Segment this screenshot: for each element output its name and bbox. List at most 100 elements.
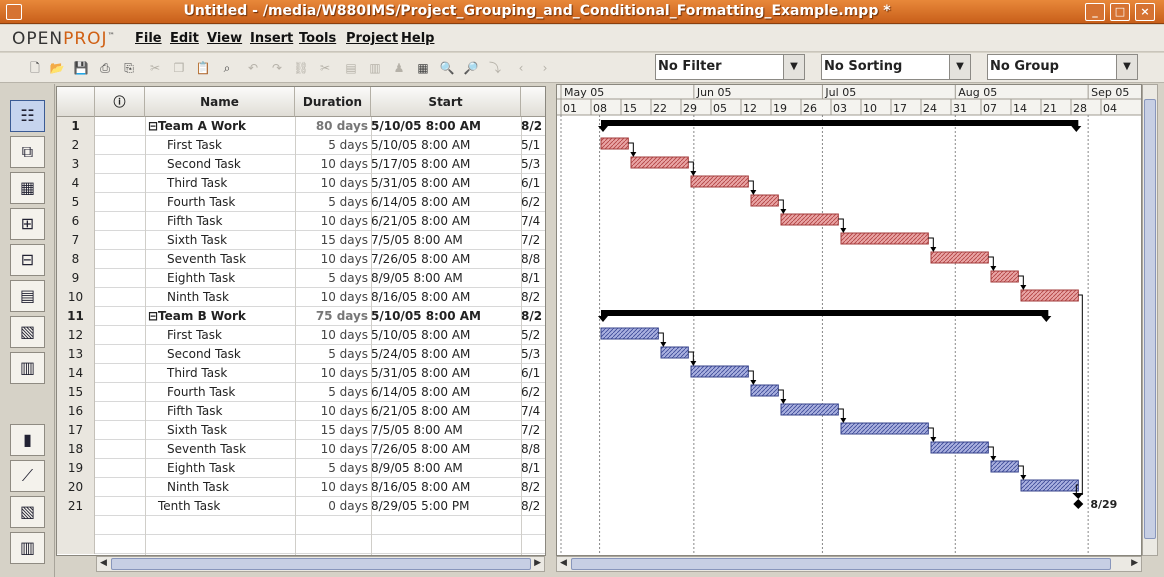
duration-cell[interactable]: 5 days	[293, 138, 368, 152]
task-name-cell[interactable]: Sixth Task	[148, 423, 293, 437]
start-cell[interactable]: 5/10/05 8:00 AM	[371, 309, 519, 323]
row-number[interactable]: 19	[57, 459, 95, 478]
team-b-task-bar[interactable]	[750, 384, 779, 397]
row-number[interactable]: 14	[57, 364, 95, 383]
network-view-icon[interactable]: ⧉	[10, 136, 45, 168]
finish-cell[interactable]: 7/4	[521, 214, 545, 228]
paste-icon[interactable]: 📋	[194, 59, 212, 77]
task-name-cell[interactable]: Fifth Task	[148, 404, 293, 418]
summary-task-row[interactable]: 11 ⊟Team B Work 75 days 5/10/05 8:00 AM 8/2	[57, 307, 545, 326]
start-cell[interactable]: 6/21/05 8:00 AM	[371, 404, 519, 418]
table-row[interactable]: 2 First Task 5 days 5/10/05 8:00 AM 5/1	[57, 136, 545, 155]
finish-cell[interactable]: 8/2	[521, 290, 545, 304]
table-row[interactable]: 7 Sixth Task 15 days 7/5/05 8:00 AM 7/2	[57, 231, 545, 250]
scroll-right-icon[interactable]: ▶	[534, 558, 541, 568]
splitter[interactable]	[547, 86, 555, 556]
scroll-left-icon[interactable]: ◀	[100, 558, 107, 568]
histogram-view-icon[interactable]: ▮	[10, 424, 45, 456]
summary-bar[interactable]	[601, 120, 1079, 126]
row-number[interactable]: 13	[57, 345, 95, 364]
start-cell[interactable]: 8/29/05 5:00 PM	[371, 499, 519, 513]
wbs-view-icon[interactable]: ⊞	[10, 208, 45, 240]
team-a-task-bar[interactable]	[840, 232, 929, 245]
table-row[interactable]: 9 Eighth Task 5 days 8/9/05 8:00 AM 8/1	[57, 269, 545, 288]
team-a-task-bar[interactable]	[630, 156, 689, 169]
menu-project[interactable]: Project	[346, 31, 398, 46]
group-select[interactable]: No Group ▼	[987, 54, 1138, 80]
row-number[interactable]: 21	[57, 497, 95, 516]
duration-cell[interactable]: 5 days	[293, 195, 368, 209]
row-number[interactable]: 11	[57, 307, 95, 326]
menu-tools[interactable]: Tools	[299, 31, 336, 46]
finish-cell[interactable]: 6/2	[521, 385, 545, 399]
summary-task-row[interactable]: 1 ⊟Team A Work 80 days 5/10/05 8:00 AM 8/2	[57, 117, 545, 136]
start-cell[interactable]: 5/10/05 8:00 AM	[371, 119, 519, 133]
duration-column-header[interactable]: Duration	[295, 87, 371, 117]
team-b-task-bar[interactable]	[930, 441, 989, 454]
close-button[interactable]: ×	[1135, 3, 1155, 21]
duration-cell[interactable]: 10 days	[293, 157, 368, 171]
row-number[interactable]: 9	[57, 269, 95, 288]
duration-cell[interactable]: 10 days	[293, 442, 368, 456]
menu-view[interactable]: View	[207, 31, 242, 46]
row-number[interactable]: 17	[57, 421, 95, 440]
duration-cell[interactable]: 75 days	[293, 309, 368, 323]
task-name-cell[interactable]: Tenth Task	[148, 499, 293, 513]
table-row[interactable]: 15 Fourth Task 5 days 6/14/05 8:00 AM 6/2	[57, 383, 545, 402]
start-cell[interactable]: 7/26/05 8:00 AM	[371, 252, 519, 266]
info-column-header[interactable]: ⓘ	[95, 87, 145, 117]
task-info-icon[interactable]: ▤	[342, 59, 360, 77]
empty-row[interactable]	[57, 516, 545, 535]
unlink-icon[interactable]: ✂	[316, 59, 334, 77]
scroll-left-icon[interactable]: ◀	[560, 558, 567, 568]
team-a-task-bar[interactable]	[600, 137, 629, 150]
resource-view-icon[interactable]: ▦	[10, 172, 45, 204]
duration-cell[interactable]: 15 days	[293, 423, 368, 437]
task-name-cell[interactable]: Sixth Task	[148, 233, 293, 247]
finish-cell[interactable]: 6/1	[521, 176, 545, 190]
minimize-button[interactable]: _	[1085, 3, 1105, 21]
team-a-task-bar[interactable]	[780, 213, 839, 226]
start-cell[interactable]: 8/16/05 8:00 AM	[371, 290, 519, 304]
summary-bar[interactable]	[601, 310, 1049, 316]
finish-cell[interactable]: 7/2	[521, 423, 545, 437]
empty-row[interactable]	[57, 535, 545, 554]
finish-cell[interactable]: 6/1	[521, 366, 545, 380]
duration-cell[interactable]: 10 days	[293, 214, 368, 228]
open-folder-icon[interactable]: 📂	[48, 59, 66, 77]
previous-icon[interactable]: ‹	[512, 59, 530, 77]
table-row[interactable]: 16 Fifth Task 10 days 6/21/05 8:00 AM 7/4	[57, 402, 545, 421]
task-name-cell[interactable]: Fourth Task	[148, 385, 293, 399]
duration-cell[interactable]: 10 days	[293, 290, 368, 304]
start-cell[interactable]: 6/21/05 8:00 AM	[371, 214, 519, 228]
task-name-cell[interactable]: Ninth Task	[148, 480, 293, 494]
duration-cell[interactable]: 5 days	[293, 347, 368, 361]
task-name-cell[interactable]: Second Task	[148, 157, 293, 171]
row-number[interactable]: 3	[57, 155, 95, 174]
team-a-task-bar[interactable]	[990, 270, 1019, 283]
menu-help[interactable]: Help	[401, 31, 434, 46]
team-b-task-bar[interactable]	[600, 327, 659, 340]
task-name-cell[interactable]: ⊟Team A Work	[148, 119, 293, 133]
row-number[interactable]: 6	[57, 212, 95, 231]
start-cell[interactable]: 8/9/05 8:00 AM	[371, 271, 519, 285]
start-column-header[interactable]: Start	[371, 87, 521, 117]
start-cell[interactable]: 5/10/05 8:00 AM	[371, 138, 519, 152]
team-b-task-bar[interactable]	[660, 346, 689, 359]
finish-cell[interactable]: 5/2	[521, 328, 545, 342]
duration-cell[interactable]: 15 days	[293, 233, 368, 247]
resource-usage-view-icon[interactable]: ▥	[10, 352, 45, 384]
row-number[interactable]: 7	[57, 231, 95, 250]
duration-cell[interactable]: 0 days	[293, 499, 368, 513]
team-b-task-bar[interactable]	[840, 422, 929, 435]
finish-cell[interactable]: 5/3	[521, 157, 545, 171]
maximize-button[interactable]: □	[1110, 3, 1130, 21]
table-row[interactable]: 19 Eighth Task 5 days 8/9/05 8:00 AM 8/1	[57, 459, 545, 478]
start-cell[interactable]: 8/9/05 8:00 AM	[371, 461, 519, 475]
task-name-cell[interactable]: Fifth Task	[148, 214, 293, 228]
start-cell[interactable]: 6/14/05 8:00 AM	[371, 195, 519, 209]
link-icon[interactable]: ⛓	[292, 59, 310, 77]
team-a-task-bar[interactable]	[930, 251, 989, 264]
duration-cell[interactable]: 5 days	[293, 271, 368, 285]
start-cell[interactable]: 5/17/05 8:00 AM	[371, 157, 519, 171]
